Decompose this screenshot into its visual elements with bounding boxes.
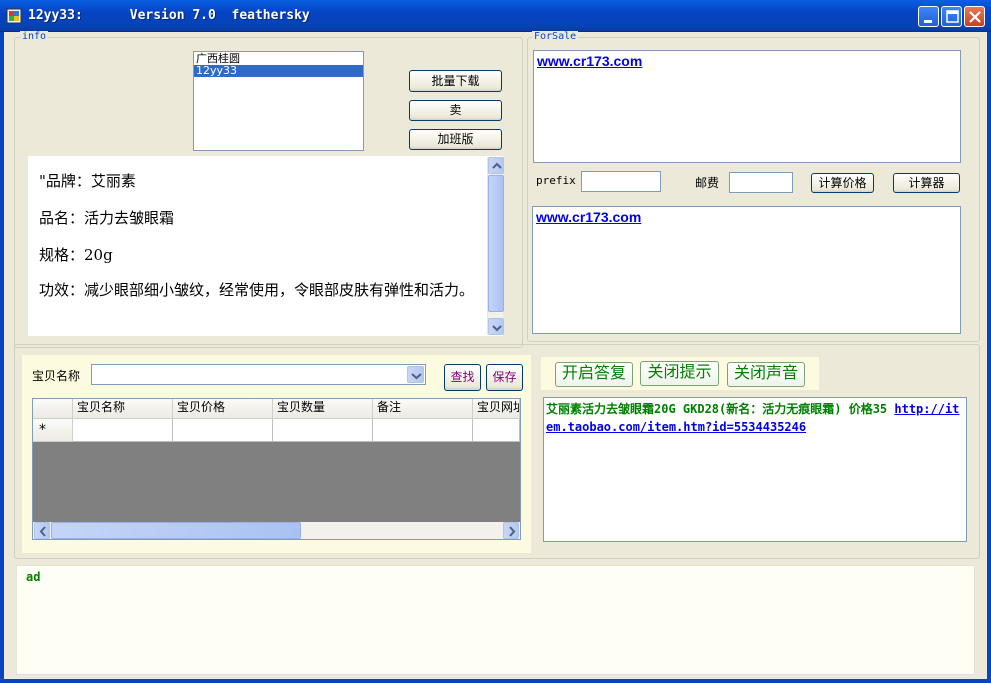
list-item-selected[interactable]: 12yy33 [194,65,363,77]
item-name-label: 宝贝名称 [32,369,81,383]
save-button[interactable]: 保存 [486,364,523,391]
prefix-label: prefix [536,174,576,187]
column-header[interactable]: 宝贝价格 [173,399,273,419]
minimize-icon [924,20,932,23]
close-icon [969,11,981,23]
forsale-top-textarea[interactable]: www.cr173.com [533,50,961,163]
close-sound-button[interactable]: 关闭声音 [727,362,805,387]
chat-message: 艾丽素活力去皱眼霜20G GKD28(新名：活力无痕眼霜) 价格35 http:… [546,400,964,436]
chevron-down-icon [492,325,502,332]
maximize-icon [946,10,959,23]
forsale-bottom-textarea[interactable]: www.cr173.com [532,206,961,334]
scroll-thumb[interactable] [488,175,504,312]
prefix-input[interactable] [581,171,661,192]
new-row-marker: * [33,419,73,442]
detail-spec: 规格：20g [39,246,113,264]
chevron-left-icon [39,526,46,537]
open-reply-button[interactable]: 开启答复 [555,362,633,387]
grid-cell[interactable] [273,419,373,442]
close-button[interactable] [964,6,985,27]
window-title: 12yy33: Version 7.0 feathersky [28,8,310,23]
chat-message-textarea[interactable]: 艾丽素活力去皱眼霜20G GKD28(新名：活力无痕眼霜) 价格35 http:… [543,397,967,542]
items-datagrid[interactable]: 宝贝名称 宝贝价格 宝贝数量 备注 宝贝网址 * [32,398,521,540]
sell-button[interactable]: 卖 [409,100,502,121]
detail-brand: "品牌：艾丽素 [39,172,136,190]
hscroll-thumb[interactable] [51,522,301,539]
grid-cell[interactable] [473,419,520,442]
scroll-right-button[interactable] [503,522,519,539]
calculate-price-button[interactable]: 计算价格 [811,173,874,193]
grid-hscrollbar[interactable] [33,522,520,539]
product-detail-textarea[interactable]: "品牌：艾丽素 品名：活力去皱眼霜 规格：20g 功效：减少眼部细小皱纹，经常使… [28,156,504,336]
maximize-button[interactable] [941,6,962,27]
column-header[interactable]: 宝贝数量 [273,399,373,419]
forsale-legend: ForSale [532,31,579,42]
overtime-edition-button[interactable]: 加班版 [409,129,502,150]
calculator-button[interactable]: 计算器 [893,173,960,193]
chevron-up-icon [492,162,502,169]
detail-name: 品名：活力去皱眼霜 [39,209,175,227]
window-frame-bottom [0,679,991,683]
window-frame-right [987,32,991,683]
grid-corner-header [33,399,73,419]
scroll-left-button[interactable] [34,522,50,539]
column-header[interactable]: 宝贝网址 [473,399,520,419]
chat-message-text: 艾丽素活力去皱眼霜20G GKD28(新名：活力无痕眼霜) 价格35 [546,402,895,416]
combobox-dropdown-button[interactable] [407,366,424,383]
grid-cell[interactable] [373,419,473,442]
info-legend: info [20,31,49,42]
column-header[interactable]: 宝贝名称 [73,399,173,419]
forsale-bottom-link[interactable]: www.cr173.com [536,209,641,225]
scroll-down-button[interactable] [488,318,504,335]
detail-scrollbar[interactable] [487,157,504,335]
detail-effect: 功效：减少眼部细小皱纹，经常使用，令眼部皮肤有弹性和活力。 [39,281,475,299]
batch-download-button[interactable]: 批量下载 [409,70,502,92]
grid-cell[interactable] [173,419,273,442]
product-listbox[interactable]: 广西桂圆 12yy33 [193,51,364,151]
postage-input[interactable] [729,172,793,193]
chevron-down-icon [411,373,422,380]
forsale-top-link[interactable]: www.cr173.com [537,53,642,69]
ad-area[interactable]: ad [16,565,975,675]
postage-label: 邮费 [695,176,720,190]
ad-label: ad [26,570,41,584]
find-button[interactable]: 查找 [444,364,481,391]
window-frame-left [0,32,4,683]
item-name-combobox[interactable] [91,364,426,385]
grid-cell[interactable] [73,419,173,442]
column-header[interactable]: 备注 [373,399,473,419]
chevron-right-icon [509,526,516,537]
app-icon[interactable] [6,8,22,24]
minimize-button[interactable] [918,6,939,27]
close-tip-button[interactable]: 关闭提示 [640,361,719,386]
scroll-up-button[interactable] [488,157,504,174]
